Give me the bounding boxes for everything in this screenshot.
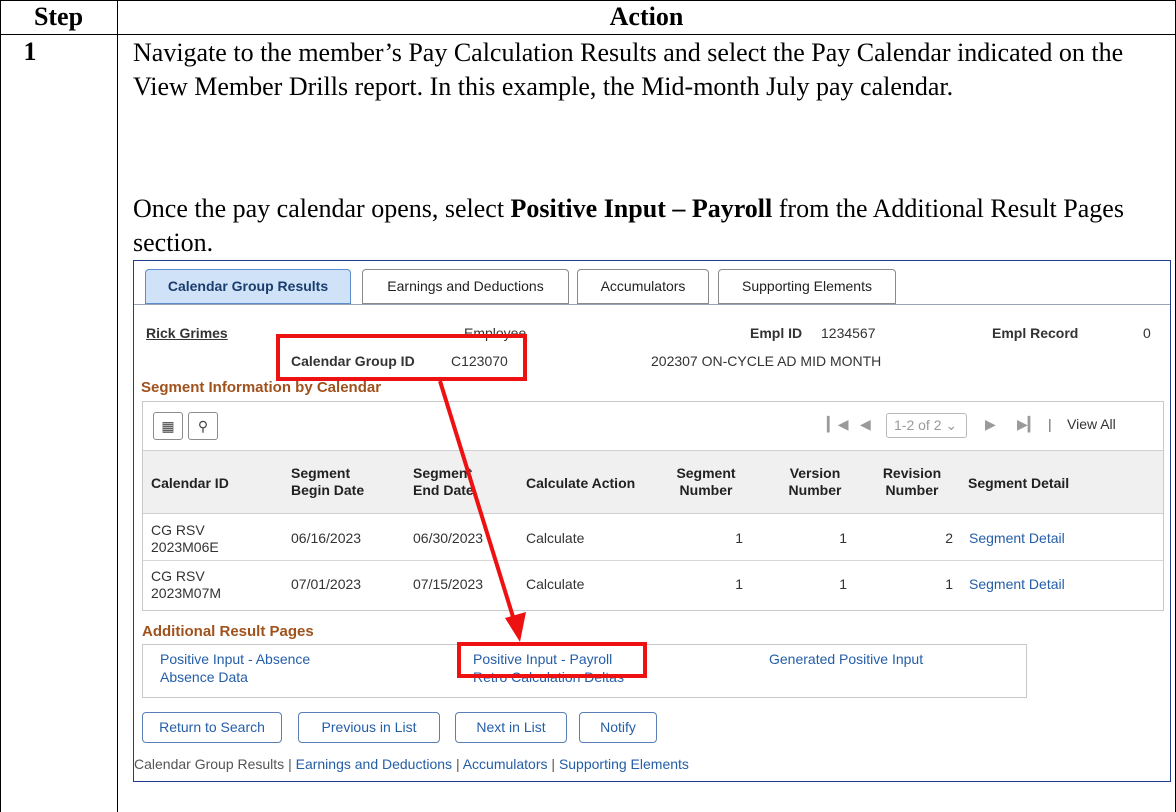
instruction-paragraph: Navigate to the member’s Pay Calculation… bbox=[133, 38, 1124, 101]
table-header-divider bbox=[0, 34, 1176, 35]
row-range-select[interactable]: 1-2 of 2 ⌄ bbox=[886, 413, 967, 438]
row1-calendar-id-line1: CG RSV bbox=[151, 522, 205, 538]
tab-supporting-elements[interactable]: Supporting Elements bbox=[718, 269, 896, 304]
absence-data-link[interactable]: Absence Data bbox=[160, 669, 248, 685]
row-divider bbox=[143, 560, 1163, 561]
row1-begin-date: 06/16/2023 bbox=[291, 530, 362, 546]
notify-button[interactable]: Notify bbox=[579, 712, 657, 743]
row2-segment-detail-link[interactable]: Segment Detail bbox=[969, 576, 1065, 592]
employee-name: Rick Grimes bbox=[146, 325, 228, 341]
instruction-paragraph-2: Once the pay calendar opens, select Posi… bbox=[133, 192, 1163, 260]
footer-earnings-and-deductions-link[interactable]: Earnings and Deductions bbox=[296, 756, 452, 772]
positive-input-absence-link[interactable]: Positive Input - Absence bbox=[160, 651, 310, 667]
step-column-header: Step bbox=[33, 2, 84, 31]
previous-page-icon[interactable]: ◀ bbox=[860, 416, 871, 433]
first-page-icon[interactable]: ▎◀ bbox=[827, 416, 849, 433]
table-column-divider bbox=[117, 0, 118, 812]
instruction-emphasis: Positive Input – Payroll bbox=[510, 194, 773, 223]
col-segment-end-date: Segment End Date bbox=[413, 465, 474, 498]
row2-segment-number: 1 bbox=[735, 576, 743, 592]
empl-record-label: Empl Record bbox=[992, 325, 1079, 341]
col-segment-begin-date: Segment Begin Date bbox=[291, 465, 365, 498]
footer-accumulators-link[interactable]: Accumulators bbox=[463, 756, 548, 772]
footer-supporting-elements-link[interactable]: Supporting Elements bbox=[559, 756, 689, 772]
row2-version-number: 1 bbox=[839, 576, 847, 592]
grid-header-row: Calendar ID Segment Begin Date Segment E… bbox=[143, 450, 1163, 514]
row1-end-date: 06/30/2023 bbox=[413, 530, 484, 546]
row1-version-number: 1 bbox=[839, 530, 847, 546]
additional-result-pages-title: Additional Result Pages bbox=[142, 623, 314, 640]
pager-separator: | bbox=[1048, 416, 1052, 432]
row1-revision-number: 2 bbox=[945, 530, 953, 546]
search-icon[interactable]: ⚲ bbox=[188, 412, 218, 440]
tab-earnings-and-deductions[interactable]: Earnings and Deductions bbox=[362, 269, 569, 304]
footer-separator: | bbox=[288, 756, 292, 772]
footer-separator: | bbox=[551, 756, 556, 772]
footer-navigation: Calendar Group Results | Earnings and De… bbox=[134, 756, 689, 772]
row2-end-date: 07/15/2023 bbox=[413, 576, 484, 592]
row2-calendar-id-line2: 2023M07M bbox=[151, 585, 222, 601]
row2-begin-date: 07/01/2023 bbox=[291, 576, 362, 592]
next-in-list-button[interactable]: Next in List bbox=[455, 712, 567, 743]
step-number: 1 bbox=[23, 37, 37, 66]
positive-input-payroll-highlight bbox=[457, 642, 647, 678]
view-all-link[interactable]: View All bbox=[1067, 416, 1116, 432]
empl-record-value: 0 bbox=[1143, 325, 1151, 341]
footer-separator: | bbox=[455, 756, 460, 772]
next-page-icon[interactable]: ▶ bbox=[985, 416, 996, 433]
row-range-value: 1-2 of 2 bbox=[894, 417, 942, 433]
action-column-header: Action bbox=[609, 2, 684, 31]
previous-in-list-button[interactable]: Previous in List bbox=[298, 712, 440, 743]
segment-information-title: Segment Information by Calendar bbox=[141, 379, 382, 396]
row1-segment-detail-link[interactable]: Segment Detail bbox=[969, 530, 1065, 546]
calendar-group-id-highlight bbox=[276, 334, 527, 381]
col-calendar-id: Calendar ID bbox=[151, 475, 229, 491]
generated-positive-input-link[interactable]: Generated Positive Input bbox=[769, 651, 923, 667]
empl-id-label: Empl ID bbox=[750, 325, 803, 341]
row1-calendar-id-line2: 2023M06E bbox=[151, 539, 219, 555]
instruction-text: Once the pay calendar opens, select bbox=[133, 194, 511, 223]
last-page-icon[interactable]: ▶▎ bbox=[1017, 416, 1039, 433]
return-to-search-button[interactable]: Return to Search bbox=[142, 712, 282, 743]
row2-calculate-action: Calculate bbox=[526, 576, 585, 592]
col-version-number: Version Number bbox=[788, 465, 842, 498]
col-calculate-action: Calculate Action bbox=[526, 475, 636, 491]
row2-calendar-id-line1: CG RSV bbox=[151, 568, 205, 584]
row1-segment-number: 1 bbox=[735, 530, 743, 546]
table-border-left bbox=[0, 0, 1, 812]
col-segment-detail: Segment Detail bbox=[968, 475, 1070, 491]
col-revision-number: Revision Number bbox=[882, 465, 942, 498]
tab-calendar-group-results[interactable]: Calendar Group Results bbox=[145, 269, 351, 304]
personalize-grid-icon[interactable]: ▦ bbox=[153, 412, 183, 440]
row1-calculate-action: Calculate bbox=[526, 530, 585, 546]
tab-accumulators[interactable]: Accumulators bbox=[577, 269, 709, 304]
row2-revision-number: 1 bbox=[945, 576, 953, 592]
footer-calendar-group-results[interactable]: Calendar Group Results bbox=[134, 756, 284, 772]
empl-id-value: 1234567 bbox=[821, 325, 876, 341]
tab-bar-divider bbox=[134, 304, 1170, 305]
segment-grid: ▦ ⚲ ▎◀ ◀ 1-2 of 2 ⌄ ▶ ▶▎ | View All Cale… bbox=[142, 401, 1164, 611]
calendar-group-description: 202307 ON-CYCLE AD MID MONTH bbox=[651, 353, 882, 369]
col-segment-number: Segment Number bbox=[676, 465, 736, 498]
